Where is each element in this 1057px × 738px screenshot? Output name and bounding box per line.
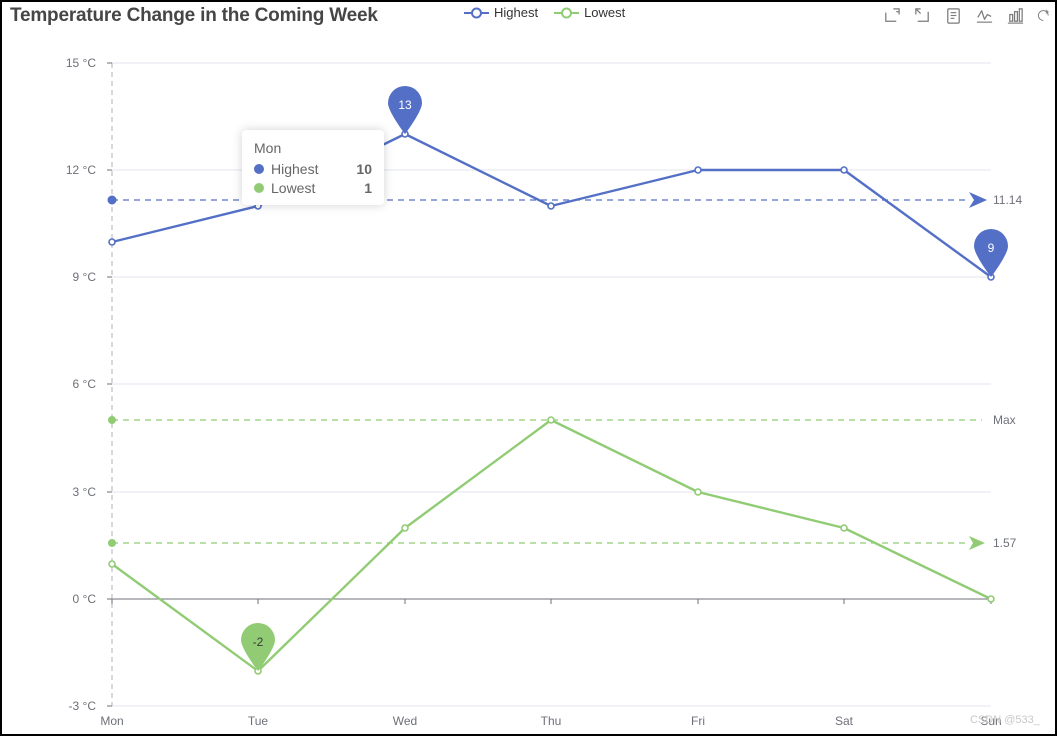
line-chart-icon[interactable] [975, 6, 994, 25]
restore-zoom-icon[interactable] [913, 6, 932, 25]
markline-label-lowest-average: 1.57 [993, 536, 1017, 550]
chart-legend: Highest Lowest [464, 5, 625, 20]
legend-label-lowest: Lowest [584, 5, 626, 20]
bar-chart-icon[interactable] [1006, 6, 1025, 25]
x-axis-label-fri: Fri [691, 714, 705, 728]
series-line-lowest [111, 418, 992, 673]
tooltip-series-dot-lowest [254, 183, 264, 193]
plot-svg [107, 62, 995, 707]
y-axis-ticks [107, 62, 112, 707]
markpoint-highest-min: 9 [972, 229, 1010, 277]
x-axis-label-thu: Thu [540, 714, 562, 728]
page-title: Temperature Change in the Coming Week [10, 5, 378, 26]
x-axis-label-wed: Wed [392, 714, 418, 728]
chart-canvas: Temperature Change in the Coming Week Hi… [2, 2, 1055, 734]
data-zoom-icon[interactable] [882, 6, 901, 25]
tooltip-title: Mon [254, 140, 282, 156]
tooltip-series-name-highest: Highest [271, 161, 319, 177]
y-axis-label-6: 6 °C [72, 377, 96, 391]
markline-lowest-average [108, 536, 985, 550]
tooltip-series-value-lowest: 1 [364, 180, 372, 196]
markline-highest-average [107, 192, 987, 208]
markpoint-label: -2 [252, 635, 264, 649]
y-axis-label-0: 0 °C [72, 592, 96, 606]
legend-marker-icon [464, 7, 489, 18]
pin-icon [388, 86, 422, 134]
y-axis-label-3: 3 °C [72, 485, 96, 499]
x-axis-label-sun: Sun [980, 714, 1002, 728]
markpoint-highest-max: 13 [386, 86, 424, 134]
y-axis-label-12: 12 °C [65, 163, 96, 177]
x-axis-ticks [111, 599, 992, 604]
series-points-lowest [108, 416, 995, 675]
y-axis-label-15: 15 °C [65, 56, 96, 70]
x-axis-label-tue: Tue [247, 714, 269, 728]
markpoint-label: 13 [398, 98, 412, 112]
restore-icon[interactable] [1037, 6, 1051, 25]
legend-item-highest[interactable]: Highest [464, 5, 538, 20]
pin-icon [241, 623, 275, 671]
markline-lowest-max [108, 416, 982, 424]
legend-item-lowest[interactable]: Lowest [554, 5, 625, 20]
markline-label-lowest-max: Max [993, 413, 1016, 427]
pin-icon [974, 229, 1008, 277]
tooltip-series-name-lowest: Lowest [271, 180, 316, 196]
chart-tooltip: Mon Highest 10 Lowest 1 [242, 130, 384, 205]
x-axis-label-sat: Sat [834, 714, 853, 728]
x-axis-label-mon: Mon [100, 714, 124, 728]
y-axis-label-9: 9 °C [72, 270, 96, 284]
legend-marker-icon [554, 7, 580, 18]
plot-area [2, 2, 1057, 738]
tooltip-row-highest: Highest 10 [254, 161, 372, 177]
markpoint-lowest-min: -2 [239, 623, 277, 671]
tooltip-series-dot-highest [254, 164, 264, 174]
data-view-icon[interactable] [944, 6, 963, 25]
y-axis-label-neg3: -3 °C [68, 699, 96, 713]
markpoint-label: 9 [987, 241, 995, 255]
tooltip-row-lowest: Lowest 1 [254, 180, 372, 196]
legend-label-highest: Highest [494, 5, 539, 20]
markline-label-highest-average: 11.14 [993, 193, 1023, 207]
tooltip-series-value-highest: 10 [356, 161, 372, 177]
chart-toolbox [882, 6, 1051, 25]
